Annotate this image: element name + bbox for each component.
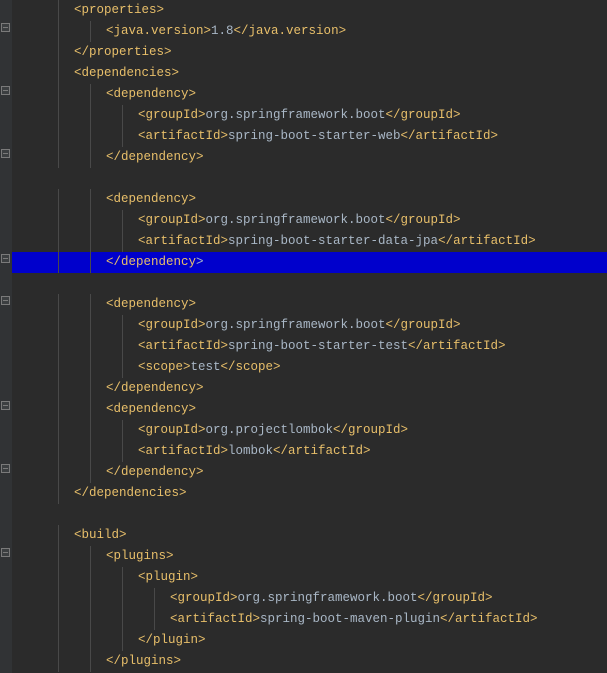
token-tag: </dependency> [106, 150, 204, 164]
token-tag: <artifactId> [138, 129, 228, 143]
code-line[interactable] [12, 504, 607, 525]
token-tag: <plugin> [138, 570, 198, 584]
code-line[interactable]: <groupId>org.springframework.boot</group… [12, 210, 607, 231]
token-txt: > [196, 255, 204, 269]
token-tag: <dependency> [106, 402, 196, 416]
token-txt: org.springframework.boot [206, 213, 386, 227]
token-tag: </groupId> [333, 423, 408, 437]
token-tag: </dependency [106, 255, 196, 269]
fold-icon[interactable] [1, 464, 10, 473]
code-line[interactable]: </properties> [12, 42, 607, 63]
code-line[interactable]: <plugin> [12, 567, 607, 588]
token-tag: </artifactId> [438, 234, 536, 248]
code-line[interactable]: </dependencies> [12, 483, 607, 504]
code-line[interactable]: <dependency> [12, 294, 607, 315]
token-tag: <artifactId> [138, 444, 228, 458]
token-tag: <scope> [138, 360, 191, 374]
token-tag: </dependencies> [74, 486, 187, 500]
code-line[interactable]: <dependency> [12, 84, 607, 105]
token-tag: </plugin> [138, 633, 206, 647]
code-line[interactable]: <artifactId>spring-boot-starter-data-jpa… [12, 231, 607, 252]
token-txt: lombok [228, 444, 273, 458]
token-txt: test [191, 360, 221, 374]
code-line[interactable]: <groupId>org.springframework.boot</group… [12, 588, 607, 609]
code-editor[interactable]: <properties> <java.version>1.8</java.vers… [0, 0, 607, 673]
token-tag: </artifactId> [440, 612, 538, 626]
token-tag: </artifactId> [401, 129, 499, 143]
token-txt: spring-boot-starter-data-jpa [228, 234, 438, 248]
token-tag: <groupId> [138, 318, 206, 332]
code-line[interactable]: <dependency> [12, 399, 607, 420]
code-line[interactable]: <groupId>org.projectlombok</groupId> [12, 420, 607, 441]
fold-icon[interactable] [1, 296, 10, 305]
code-line[interactable]: </dependency> [12, 147, 607, 168]
token-tag: <dependencies> [74, 66, 179, 80]
token-tag: <groupId> [170, 591, 238, 605]
code-line[interactable]: <groupId>org.springframework.boot</group… [12, 315, 607, 336]
token-tag: </groupId> [386, 213, 461, 227]
token-tag: </artifactId> [408, 339, 506, 353]
token-tag: </dependency> [106, 465, 204, 479]
token-tag: </plugins> [106, 654, 181, 668]
code-line[interactable]: <scope>test</scope> [12, 357, 607, 378]
token-tag: </groupId> [418, 591, 493, 605]
code-line[interactable]: <artifactId>spring-boot-maven-plugin</ar… [12, 609, 607, 630]
fold-icon[interactable] [1, 548, 10, 557]
code-line[interactable]: <dependency> [12, 189, 607, 210]
token-tag: <dependency> [106, 297, 196, 311]
token-tag: </artifactId> [273, 444, 371, 458]
code-line[interactable]: <groupId>org.springframework.boot</group… [12, 105, 607, 126]
token-tag: <groupId> [138, 108, 206, 122]
token-tag: </groupId> [386, 318, 461, 332]
token-txt: spring-boot-starter-test [228, 339, 408, 353]
token-tag: <java.version> [106, 24, 211, 38]
code-line[interactable]: <artifactId>spring-boot-starter-web</art… [12, 126, 607, 147]
token-tag: </groupId> [386, 108, 461, 122]
gutter [0, 0, 12, 673]
code-lines[interactable]: <properties> <java.version>1.8</java.vers… [12, 0, 607, 672]
token-txt: org.projectlombok [206, 423, 334, 437]
code-line[interactable]: </dependency> [12, 252, 607, 273]
token-tag: <artifactId> [138, 234, 228, 248]
token-tag: <groupId> [138, 213, 206, 227]
fold-icon[interactable] [1, 254, 10, 263]
code-line[interactable]: <build> [12, 525, 607, 546]
code-line[interactable]: </dependency> [12, 462, 607, 483]
fold-icon[interactable] [1, 23, 10, 32]
token-txt: org.springframework.boot [206, 318, 386, 332]
fold-icon[interactable] [1, 86, 10, 95]
token-tag: <properties> [74, 3, 164, 17]
code-line[interactable]: <java.version>1.8</java.version> [12, 21, 607, 42]
token-tag: <dependency> [106, 87, 196, 101]
token-tag: <artifactId> [138, 339, 228, 353]
code-line[interactable]: <artifactId>spring-boot-starter-test</ar… [12, 336, 607, 357]
code-area[interactable]: <properties> <java.version>1.8</java.vers… [12, 0, 607, 673]
token-tag: </dependency> [106, 381, 204, 395]
token-tag: </scope> [221, 360, 281, 374]
code-line[interactable] [12, 168, 607, 189]
code-line[interactable]: <artifactId>lombok</artifactId> [12, 441, 607, 462]
token-tag: <build> [74, 528, 127, 542]
token-tag: <groupId> [138, 423, 206, 437]
code-line[interactable]: <dependencies> [12, 63, 607, 84]
code-line[interactable]: </dependency> [12, 378, 607, 399]
token-tag: </java.version> [234, 24, 347, 38]
token-txt: 1.8 [211, 24, 234, 38]
token-txt: org.springframework.boot [206, 108, 386, 122]
code-line[interactable]: </plugin> [12, 630, 607, 651]
token-tag: </properties> [74, 45, 172, 59]
token-txt: org.springframework.boot [238, 591, 418, 605]
code-line[interactable] [12, 273, 607, 294]
token-txt: spring-boot-starter-web [228, 129, 401, 143]
code-line[interactable]: <plugins> [12, 546, 607, 567]
code-line[interactable]: </plugins> [12, 651, 607, 672]
fold-icon[interactable] [1, 149, 10, 158]
code-line[interactable]: <properties> [12, 0, 607, 21]
token-tag: <artifactId> [170, 612, 260, 626]
token-tag: <dependency> [106, 192, 196, 206]
fold-icon[interactable] [1, 401, 10, 410]
token-tag: <plugins> [106, 549, 174, 563]
token-txt: spring-boot-maven-plugin [260, 612, 440, 626]
